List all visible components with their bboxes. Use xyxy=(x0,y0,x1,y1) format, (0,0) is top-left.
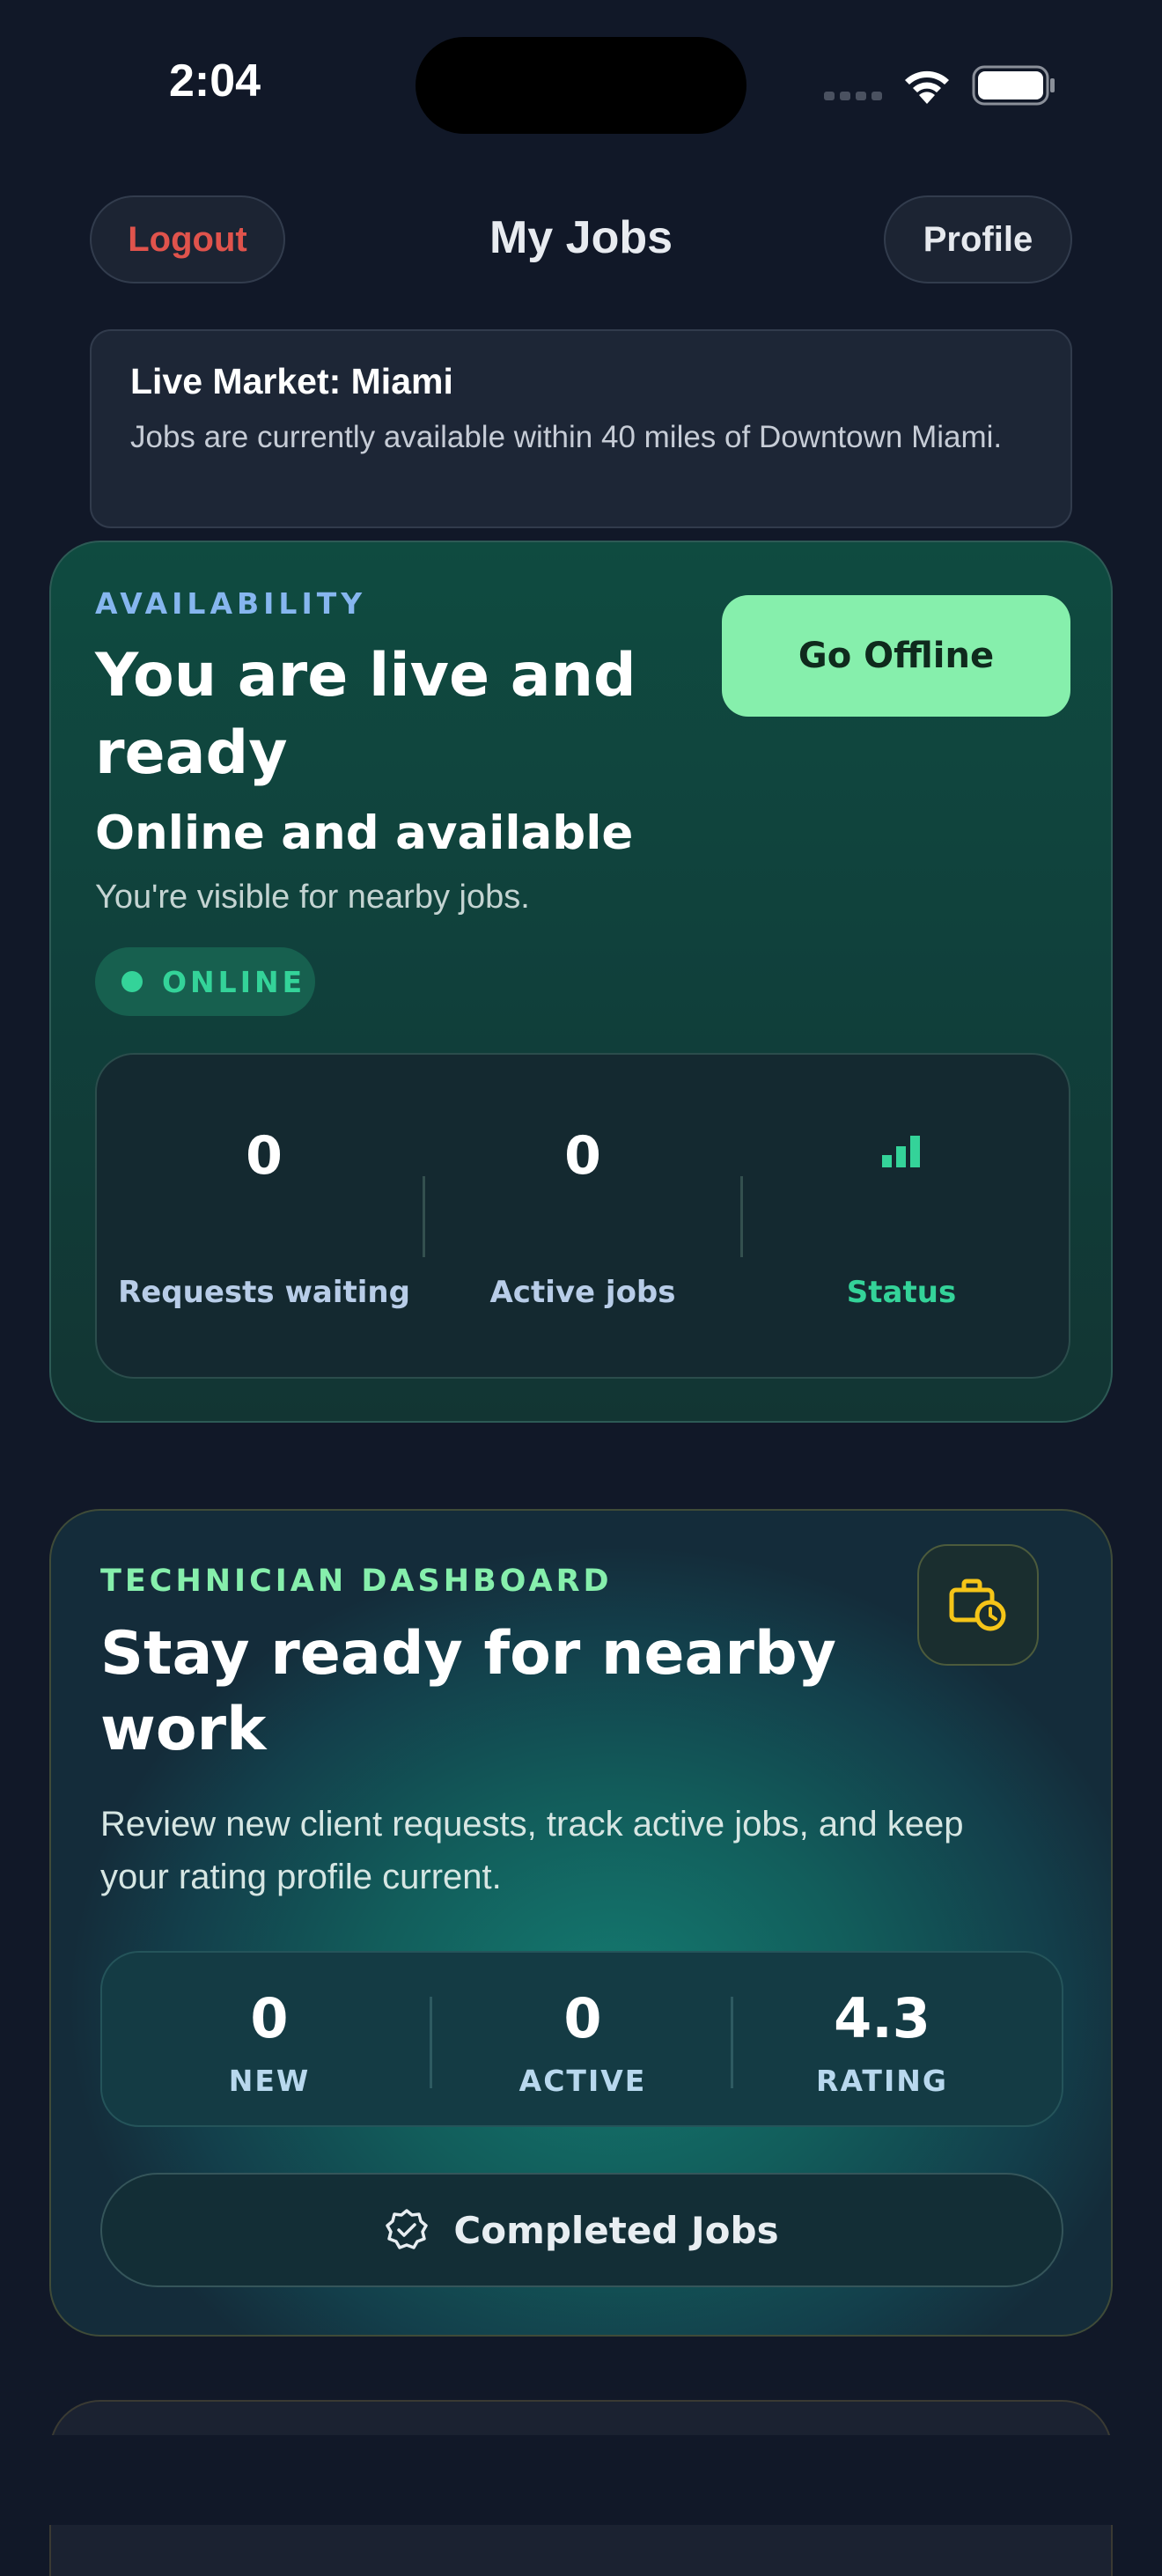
battery-icon xyxy=(972,65,1055,106)
stat-new: 0 NEW xyxy=(120,1953,419,2125)
stat-active: 0 ACTIVE xyxy=(433,1953,732,2125)
stat-active-jobs: 0 Active jobs xyxy=(424,1055,741,1377)
online-dot-icon xyxy=(121,971,143,992)
live-market-card: Live Market: Miami Jobs are currently av… xyxy=(90,329,1072,528)
stat-label: Active jobs xyxy=(489,1275,676,1310)
stat-requests-waiting: 0 Requests waiting xyxy=(106,1055,423,1377)
status-time: 2:04 xyxy=(169,55,261,107)
dynamic-island xyxy=(416,37,746,134)
technician-eyebrow: TECHNICIAN DASHBOARD xyxy=(100,1564,613,1599)
market-title: Live Market: Miami xyxy=(130,361,453,401)
availability-eyebrow: AVAILABILITY xyxy=(95,586,367,621)
briefcase-clock-icon xyxy=(949,1579,1006,1631)
go-offline-button[interactable]: Go Offline xyxy=(722,595,1070,717)
stat-label: NEW xyxy=(228,2064,311,2098)
briefcase-clock-button[interactable] xyxy=(917,1544,1039,1666)
stat-value: 0 xyxy=(564,1125,601,1187)
cellular-signal-icon xyxy=(824,92,882,100)
stat-value: 0 xyxy=(246,1125,283,1187)
technician-description: Review new client requests, track active… xyxy=(100,1805,964,1896)
online-status-badge: ONLINE xyxy=(95,947,315,1016)
wifi-icon xyxy=(905,70,949,104)
verified-badge-icon xyxy=(386,2209,429,2249)
stat-value: 0 xyxy=(563,1986,602,2050)
online-badge-label: ONLINE xyxy=(162,964,306,999)
stat-rating: 4.3 RATING xyxy=(732,1953,1032,2125)
availability-description: You're visible for nearby jobs. xyxy=(95,879,530,916)
technician-stats-panel: 0 NEW 0 ACTIVE 4.3 RATING xyxy=(100,1951,1063,2127)
stat-status: Status xyxy=(743,1055,1060,1377)
stat-value: 0 xyxy=(250,1986,289,2050)
market-description: Jobs are currently available within 40 m… xyxy=(130,420,1003,454)
stat-label: Requests waiting xyxy=(118,1275,410,1310)
technician-heading: Stay ready for nearby work xyxy=(100,1619,836,1764)
completed-jobs-button[interactable]: Completed Jobs xyxy=(100,2173,1063,2287)
availability-subheading: Online and available xyxy=(95,806,634,860)
profile-button[interactable]: Profile xyxy=(884,195,1072,283)
availability-stats-panel: 0 Requests waiting 0 Active jobs Status xyxy=(95,1053,1070,1379)
availability-heading: You are live and ready xyxy=(95,641,636,788)
stat-divider xyxy=(430,1997,432,2088)
completed-jobs-label: Completed Jobs xyxy=(453,2208,779,2252)
stat-label: Status xyxy=(846,1275,957,1310)
signal-bars-icon xyxy=(882,1136,920,1167)
bottom-safe-area xyxy=(0,2435,1162,2525)
stat-value: 4.3 xyxy=(834,1986,930,2050)
stat-label: ACTIVE xyxy=(518,2064,647,2098)
technician-dashboard-card: TECHNICIAN DASHBOARD Stay ready for near… xyxy=(49,1509,1113,2337)
stat-label: RATING xyxy=(816,2064,948,2098)
availability-card: AVAILABILITY You are live and ready Onli… xyxy=(49,541,1113,1423)
